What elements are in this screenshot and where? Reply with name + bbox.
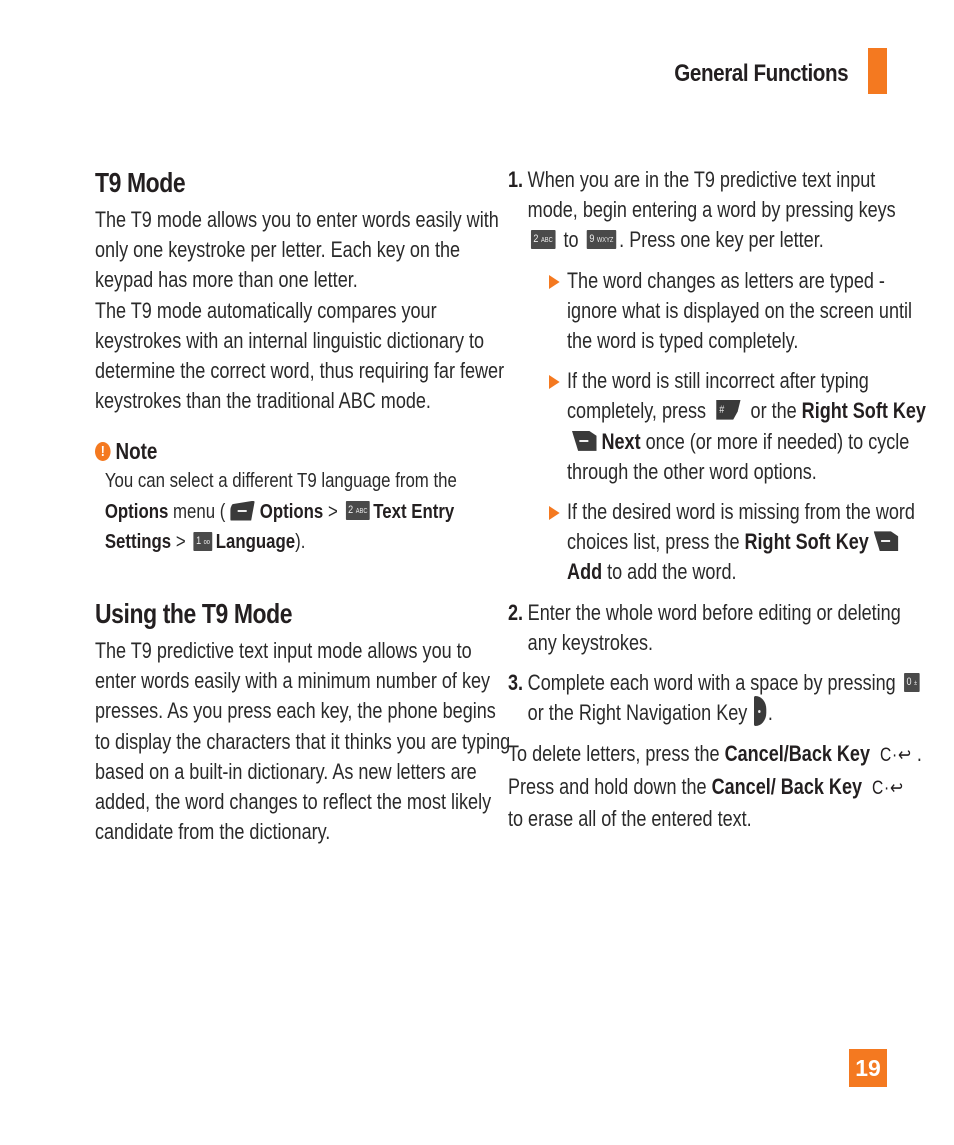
using-t9-paragraph: The T9 predictive text input mode allows… [95,637,511,845]
cancel-back-key-label: Cancel/ Back Key [711,773,863,799]
right-navigation-key-icon [753,696,767,727]
bullet-text-part: to add the word. [607,559,737,585]
using-t9-heading: Using the T9 Mode [95,597,293,629]
note-label: Note [115,438,158,465]
step-3: 3. Complete each word with a space by pr… [508,668,928,729]
delete-text: to erase all of the entered text. [508,805,752,831]
step-2-text: Enter the whole word before editing or d… [527,599,901,655]
step-text: Complete each word with a space by press… [527,670,901,696]
step-2: 2. Enter the whole word before editing o… [508,598,928,658]
section-accent-bar [868,48,887,94]
orange-triangle-bullet-icon [549,274,560,289]
step-text: . [767,700,773,726]
step-1: 1. When you are in the T9 predictive tex… [508,165,928,588]
step-text: When you are in the T9 predictive text i… [527,167,896,223]
page-number: 19 [849,1049,887,1087]
left-soft-key-icon [230,500,255,521]
note-text: ). [295,530,306,554]
key-number: 0 [906,675,912,688]
bullet-text: If the word is still incorrect after typ… [567,366,928,487]
bullet-item: If the desired word is missing from the … [549,497,928,588]
right-soft-key-icon [873,531,899,552]
step-number: 3. [508,670,524,696]
key-2-abc-icon: 2 ABC [345,501,370,520]
right-column: 1. When you are in the T9 predictive tex… [508,165,928,834]
step-1-text: When you are in the T9 predictive text i… [528,165,928,256]
note-heading: ! Note [95,436,515,466]
hash-key-icon: # [715,399,741,420]
key-letters: ABC [540,237,553,245]
key-2-abc-icon: 2 ABC [530,230,556,250]
cancel-back-key-label: Cancel/Back Key [724,741,871,767]
right-soft-key-label: Right Soft Key [744,529,869,555]
key-letters: ABC [355,508,368,515]
bullet-text: If the desired word is missing from the … [567,497,928,588]
orange-triangle-bullet-icon [549,375,560,390]
key-letters: WXYZ [596,237,614,245]
step-number: 1. [508,167,524,192]
step-text: to [558,227,584,253]
exclamation-circle-icon: ! [95,441,111,461]
note-language-bold: Language [215,530,296,554]
section-title: General Functions [674,60,848,87]
bullet-item: If the word is still incorrect after typ… [549,366,928,487]
step-text: or the Right Navigation Key [527,700,753,726]
right-soft-key-label: Right Soft Key [801,398,926,424]
t9-mode-paragraph-2: The T9 mode automatically compares your … [95,297,505,414]
step-3-text: Complete each word with a space by press… [528,668,928,729]
note-text: menu ( [168,499,226,523]
orange-triangle-bullet-icon [549,506,560,521]
step-number: 2. [508,599,524,625]
key-letters: ± [913,679,918,687]
note-separator: > [323,499,343,523]
delete-paragraph: To delete letters, press the Cancel/Back… [508,739,928,834]
note-text: You can select a different T9 language f… [104,469,457,493]
left-column: T9 Mode The T9 mode allows you to enter … [95,165,515,847]
t9-mode-heading: T9 Mode [95,167,186,198]
cancel-back-key-icon: C·↩ [879,745,912,767]
note-separator: > [171,530,191,554]
bullet-text-part: or the [745,398,802,424]
bullet-text: The word changes as letters are typed - … [567,267,913,354]
key-number: 1 [196,534,202,547]
key-1-icon: 1 oo [193,531,213,551]
note-options-bold: Options [259,499,324,523]
key-0-space-icon: 0 ± [903,672,920,692]
key-number: 2 [348,504,354,516]
note-options-bold: Options [104,499,169,523]
bullet-item: The word changes as letters are typed - … [549,266,928,357]
add-label: Add [567,559,603,585]
note-body: You can select a different T9 language f… [95,466,515,558]
step-text: . Press one key per letter. [619,227,824,253]
key-number: 9 [589,233,595,246]
cancel-back-key-icon: C·↩ [871,777,904,799]
key-9-wxyz-icon: 9 WXYZ [586,230,616,250]
right-soft-key-icon [571,430,597,451]
key-number: 2 [533,233,539,246]
t9-mode-paragraph-1: The T9 mode allows you to enter words ea… [95,207,499,293]
key-letters: oo [203,538,210,546]
delete-text: To delete letters, press the [508,741,725,767]
next-label: Next [601,428,641,454]
